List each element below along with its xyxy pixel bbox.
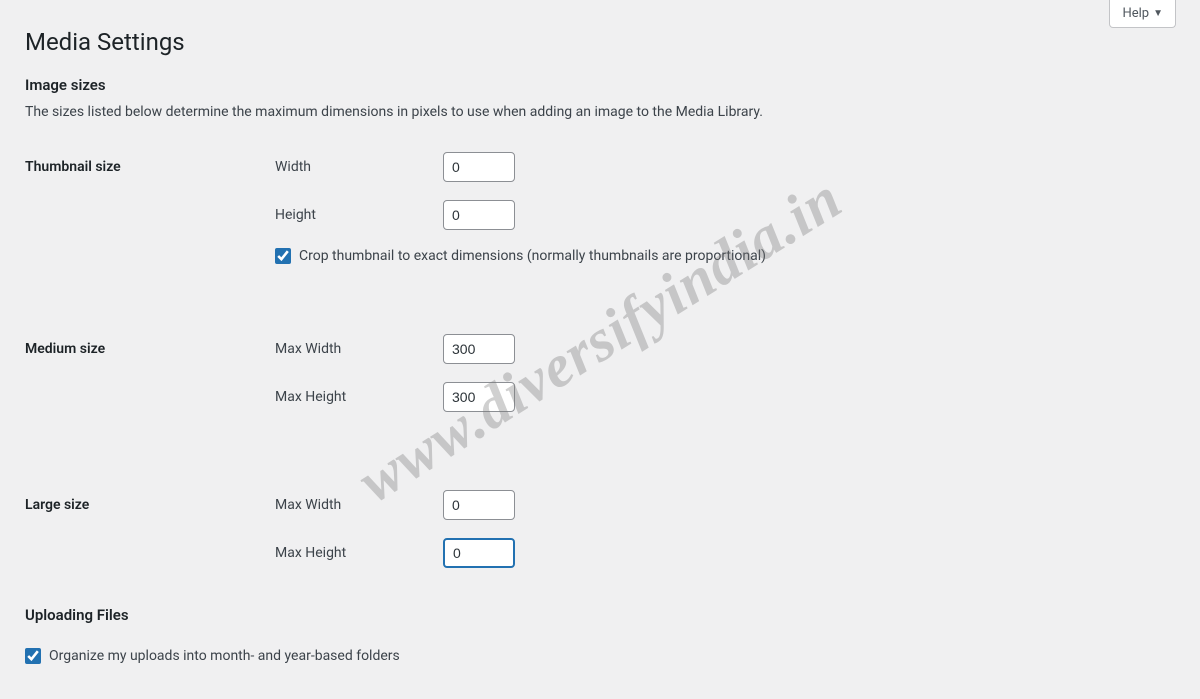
large-max-width-label: Max Width bbox=[275, 497, 443, 513]
organize-uploads-checkbox[interactable] bbox=[25, 648, 41, 664]
medium-max-width-label: Max Width bbox=[275, 341, 443, 357]
medium-max-width-input[interactable] bbox=[443, 334, 515, 364]
large-max-width-input[interactable] bbox=[443, 490, 515, 520]
medium-max-height-input[interactable] bbox=[443, 382, 515, 412]
medium-size-label: Medium size bbox=[25, 326, 275, 438]
thumbnail-size-label: Thumbnail size bbox=[25, 144, 275, 282]
large-size-label: Large size bbox=[25, 482, 275, 594]
image-sizes-description: The sizes listed below determine the max… bbox=[25, 104, 1175, 120]
large-max-height-label: Max Height bbox=[275, 545, 443, 561]
thumbnail-height-label: Height bbox=[275, 207, 443, 223]
page-title: Media Settings bbox=[25, 28, 1175, 56]
thumbnail-crop-checkbox[interactable] bbox=[275, 248, 291, 264]
large-max-height-input[interactable] bbox=[443, 538, 515, 568]
thumbnail-crop-label: Crop thumbnail to exact dimensions (norm… bbox=[299, 248, 766, 264]
help-label: Help bbox=[1122, 6, 1149, 21]
image-sizes-heading: Image sizes bbox=[25, 76, 1175, 94]
help-toggle[interactable]: Help ▼ bbox=[1109, 0, 1176, 28]
thumbnail-width-label: Width bbox=[275, 159, 443, 175]
organize-uploads-label: Organize my uploads into month- and year… bbox=[49, 648, 400, 664]
thumbnail-height-input[interactable] bbox=[443, 200, 515, 230]
medium-max-height-label: Max Height bbox=[275, 389, 443, 405]
thumbnail-width-input[interactable] bbox=[443, 152, 515, 182]
chevron-down-icon: ▼ bbox=[1153, 8, 1163, 19]
uploading-files-heading: Uploading Files bbox=[25, 606, 1175, 624]
